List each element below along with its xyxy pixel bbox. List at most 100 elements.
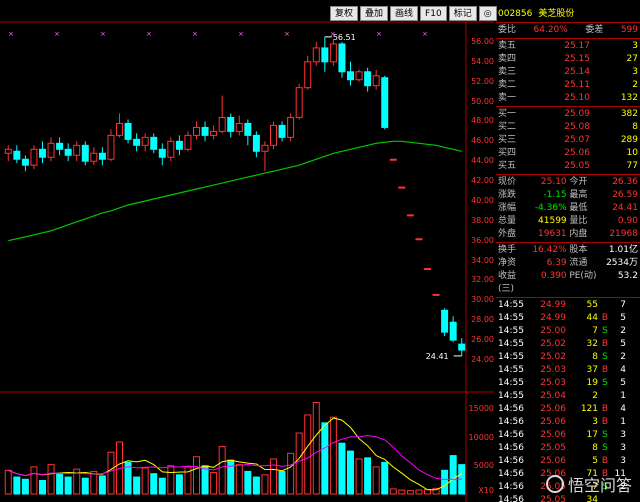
candle-body [56,142,64,150]
volume-bar [278,470,286,495]
wukong-logo-icon [545,475,564,493]
ask-level-5[interactable]: 卖一 25.10 132 [496,92,640,105]
bid-level-3[interactable]: 买三 25.07 289 [496,134,640,147]
candle-body [235,122,243,132]
low-label: 24.41 [426,352,449,361]
volume-bar [270,458,277,495]
volume-bar [133,476,141,495]
tick-row[interactable]: 14:55 25.04 2 1 [496,390,640,403]
volume-bar [235,464,243,495]
ask-level-4[interactable]: 卖二 25.11 2 [496,79,640,92]
stat-row: 收益(三) 0.390 PE(动) 53.2 [498,271,638,294]
candle-body [21,158,29,166]
event-marker: × [376,30,382,38]
volume-bar [252,476,260,495]
volume-ma10-line [8,434,462,481]
volume-bar [261,474,269,495]
stock-title: 002856 美芝股份 [496,8,640,21]
candle-body [98,152,106,160]
volume-bar [415,489,423,495]
candle-body [381,77,389,128]
candle-body [398,186,406,189]
volume-bar [47,464,55,495]
stat-row: 外盘 19631 内盘 21968 [498,229,638,239]
stat-row: 换手 16.42% 股本 1.01亿 [498,245,638,255]
volume-bar [304,414,312,495]
volume-bar [287,452,295,495]
event-marker: × [54,30,60,38]
stat-row: 总量 41599 量比 0.90 [498,216,638,226]
event-marker: × [100,30,106,38]
candle-body [193,126,200,136]
volume-bar [201,465,209,495]
candle-body [415,238,423,241]
tick-row[interactable]: 14:56 25.05 8 S 3 [496,442,640,455]
tick-row[interactable]: 14:56 25.06 3 B 1 [496,416,640,429]
candle-body [295,87,303,118]
tick-row[interactable]: 14:55 25.03 19 S 5 [496,377,640,390]
overlay-button[interactable]: 叠加 [360,6,389,21]
tick-row[interactable]: 14:56 25.06 17 S 3 [496,429,640,442]
candle-body [372,75,380,87]
volume-bar [321,422,329,495]
volume-axis: 15000 10000 5000 X10 [466,0,494,502]
volume-bar [218,446,226,495]
ask-level-3[interactable]: 卖三 25.14 3 [496,66,640,79]
candle-body [261,144,269,152]
volume-bar [227,459,235,495]
volume-bar [107,451,115,495]
stock-name: 美芝股份 [538,9,575,19]
candle-body [133,138,141,146]
tick-row[interactable]: 14:55 24.99 44 B 5 [496,312,640,325]
tick-row[interactable]: 14:56 25.06 121 B 4 [496,403,640,416]
candle-body [338,43,346,73]
tick-row[interactable]: 14:55 25.02 8 S 2 [496,351,640,364]
candle-body [73,144,81,156]
candle-body [167,140,175,158]
volume-bar [406,490,414,495]
candle-body [124,122,132,140]
tick-row[interactable]: 14:55 25.02 32 B 5 [496,338,640,351]
volume-bar [39,479,46,495]
candle-body [90,152,98,162]
volume-bar [338,442,346,495]
candle-body [432,293,440,296]
bid-level-1[interactable]: 买一 25.09 382 [496,108,640,121]
candle-body [304,61,312,89]
volume-bar [150,473,158,495]
volume-bar [295,432,303,495]
candle-body [39,148,46,158]
bid-levels: 买一 25.09 382 买二 25.08 8 买三 25.07 289 买四 25.06 10 买五 2… [496,108,640,173]
event-marker: × [422,30,428,38]
event-marker: × [192,30,198,38]
candle-body [210,130,218,136]
ask-level-2[interactable]: 卖四 25.15 27 [496,53,640,66]
kline-chart[interactable]: 56.51 24.41 × × × × × × × × × × [0,0,494,502]
volume-bar [441,469,449,495]
event-marker: × [8,30,14,38]
quote-panel: 002856 美芝股份 委比 64.20% 委差 599 卖五 25.17 3 卖四 2… [496,8,640,502]
candle-body [227,116,235,132]
candle-body [116,122,123,136]
bid-level-4[interactable]: 买四 25.06 10 [496,147,640,160]
draw-line-button[interactable]: 画线 [390,6,419,21]
volume-bar [4,469,12,495]
candle-body [406,214,414,217]
tick-row[interactable]: 14:55 25.03 37 B 4 [496,364,640,377]
tick-row[interactable]: 14:56 25.06 5 B 3 [496,455,640,468]
candle-body [47,142,55,158]
volume-bar [81,477,89,495]
bid-level-2[interactable]: 买二 25.08 8 [496,121,640,134]
candle-body [329,43,337,63]
bid-level-5[interactable]: 买五 25.05 77 [496,160,640,173]
tick-row[interactable]: 14:55 25.00 7 S 2 [496,325,640,338]
stat-row: 涨跌 -1.15 最高 26.59 [498,190,638,200]
tick-row[interactable]: 14:55 24.99 55 7 [496,299,640,312]
volume-bar [449,455,457,495]
candle-body [321,47,329,63]
candle-body [64,148,72,156]
ask-level-1[interactable]: 卖五 25.17 3 [496,40,640,53]
f10-button[interactable]: F10 [420,6,447,21]
fuquan-button[interactable]: 复权 [330,6,359,21]
candle-body [81,144,89,162]
